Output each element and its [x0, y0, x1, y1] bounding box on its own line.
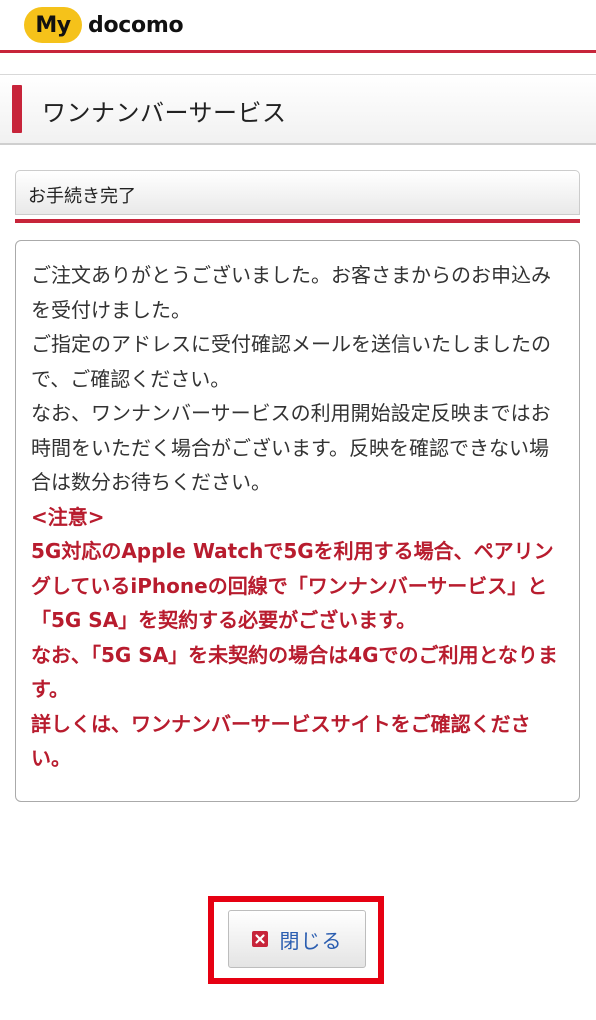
close-button[interactable]: 閉じる	[228, 910, 366, 968]
message-paragraph: なお、ワンナンバーサービスの利用開始設定反映まではお時間をいただく場合がございま…	[31, 401, 551, 494]
logo-badge: My	[24, 7, 82, 43]
header-divider	[0, 50, 596, 53]
notice-paragraph: 5G対応のApple Watchで5Gを利用する場合、ペアリングしているiPho…	[31, 539, 554, 632]
section-header: お手続き完了	[15, 170, 580, 215]
section-title: お手続き完了	[28, 186, 136, 207]
header: My docomo	[0, 0, 596, 50]
page-title-bar: ワンナンバーサービス	[0, 74, 596, 145]
message-paragraph: ご指定のアドレスに受付確認メールを送信いたしましたので、ご確認ください。	[31, 332, 551, 391]
close-x-icon	[251, 931, 268, 947]
my-docomo-logo[interactable]: My docomo	[24, 6, 184, 44]
title-accent-bar	[12, 85, 22, 133]
message-paragraph: ご注文ありがとうございました。お客さまからのお申込みを受付けました。	[31, 263, 551, 322]
page: My docomo ワンナンバーサービス お手続き完了 ご注文ありがとうございま…	[0, 0, 596, 1020]
message-body: ご注文ありがとうございました。お客さまからのお申込みを受付けました。 ご指定のア…	[31, 258, 566, 776]
page-title: ワンナンバーサービス	[42, 99, 287, 127]
notice-title: <注意>	[31, 504, 105, 529]
notice-paragraph: 詳しくは、ワンナンバーサービスサイトをご確認ください。	[31, 711, 531, 771]
section-divider	[15, 219, 580, 223]
close-button-label: 閉じる	[279, 928, 343, 953]
notice-paragraph: なお、「5G SA」を未契約の場合は4Gでのご利用となります。	[31, 642, 558, 702]
logo-text: docomo	[88, 12, 184, 38]
message-box: ご注文ありがとうございました。お客さまからのお申込みを受付けました。 ご指定のア…	[15, 240, 580, 802]
